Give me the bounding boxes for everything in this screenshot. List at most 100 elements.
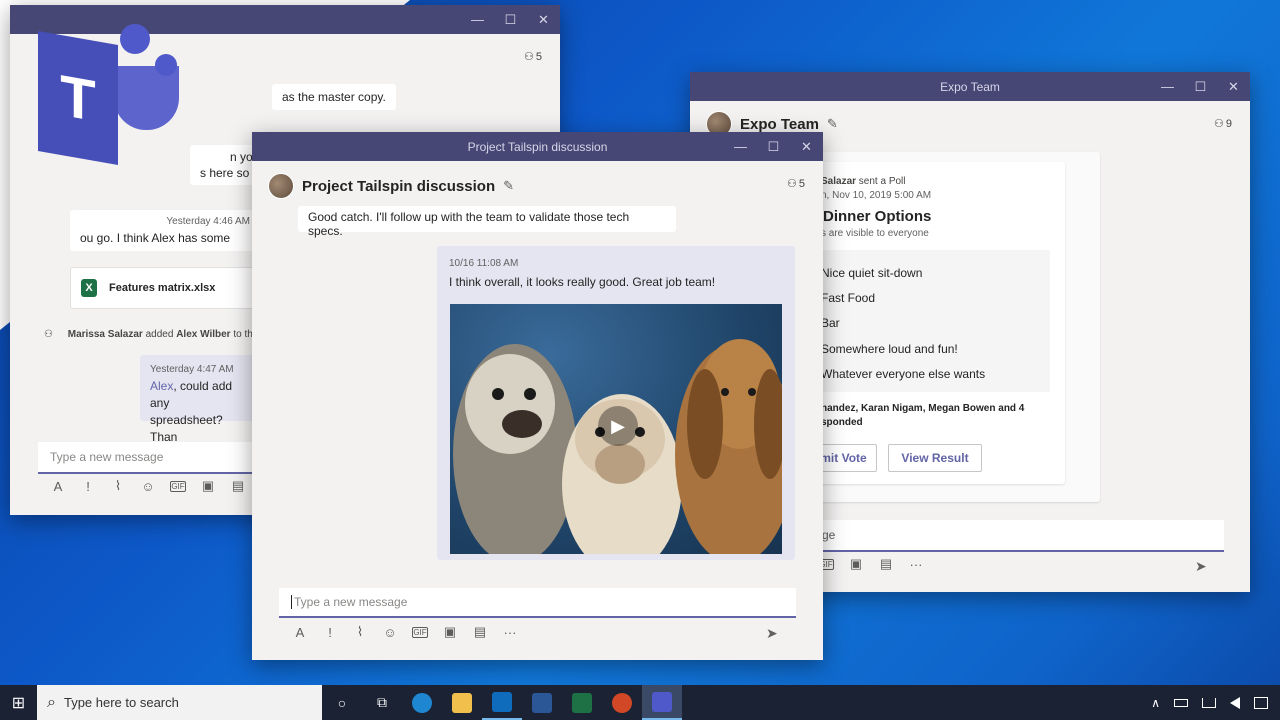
maximize-icon[interactable]: ☐ bbox=[1184, 72, 1217, 101]
send-icon[interactable]: ➤ bbox=[1195, 558, 1207, 575]
close-icon[interactable]: ✕ bbox=[527, 5, 560, 34]
emoji-icon[interactable]: ☺ bbox=[140, 479, 156, 494]
sticker-icon[interactable]: ▣ bbox=[200, 478, 216, 494]
volume-icon[interactable] bbox=[1230, 696, 1240, 709]
search-icon: ⌕ bbox=[47, 693, 56, 711]
edge-icon bbox=[412, 692, 432, 713]
important-icon[interactable]: ! bbox=[80, 479, 96, 494]
message-time: Yesterday 4:46 AM bbox=[166, 216, 250, 227]
cortana-icon[interactable]: ○ bbox=[322, 685, 362, 720]
play-icon[interactable]: ▶ bbox=[598, 406, 638, 446]
window-title: Expo Team bbox=[940, 79, 1000, 94]
minimize-icon[interactable]: — bbox=[724, 132, 757, 161]
participants-button[interactable]: ⚇ 5 bbox=[787, 177, 805, 191]
main-chat-header: Project Tailspin discussion ✎ ⚇ 5 bbox=[252, 161, 823, 211]
compose-placeholder: Type a new message bbox=[294, 595, 408, 609]
chat-title: Project Tailspin discussion bbox=[302, 177, 496, 195]
poll-option[interactable]: Fast Food bbox=[821, 291, 875, 305]
poll-option[interactable]: Somewhere loud and fun! bbox=[821, 342, 958, 356]
view-result-button[interactable]: View Result bbox=[888, 444, 982, 472]
chevron-up-icon[interactable]: ∧ bbox=[1151, 696, 1160, 710]
maximize-icon[interactable]: ☐ bbox=[757, 132, 790, 161]
logo-person bbox=[114, 66, 179, 130]
poll-sender-line: Salazar sent a Poll bbox=[821, 176, 906, 187]
sticker-icon[interactable]: ▣ bbox=[848, 556, 864, 572]
praise-icon[interactable]: ▤ bbox=[878, 556, 894, 572]
message-bubble: Yesterday 4:46 AM ou go. I think Alex ha… bbox=[70, 210, 260, 251]
gif-icon[interactable]: GIF bbox=[412, 626, 428, 638]
gif-icon[interactable]: GIF bbox=[170, 480, 186, 492]
poll-option[interactable]: Bar bbox=[821, 316, 840, 330]
attach-icon[interactable]: ⌇ bbox=[110, 478, 126, 494]
poll-option[interactable]: Nice quiet sit-down bbox=[821, 266, 922, 280]
minimize-icon[interactable]: — bbox=[1151, 72, 1184, 101]
compose-placeholder: Type a new message bbox=[50, 450, 164, 464]
participants-button[interactable]: ⚇ 5 bbox=[524, 50, 542, 64]
event-verb: added bbox=[142, 329, 177, 340]
logo-letter: T bbox=[38, 30, 118, 166]
taskbar-search[interactable]: ⌕ Type here to search bbox=[37, 685, 322, 720]
project-tailspin-window[interactable]: Project Tailspin discussion — ☐ ✕ Projec… bbox=[252, 132, 823, 660]
more-icon[interactable]: ··· bbox=[908, 557, 924, 572]
compose-toolbar: A ! ⌇ ☺ GIF ▣ ▤ ··· bbox=[292, 624, 518, 640]
compose-box[interactable]: Type a new message bbox=[279, 588, 796, 618]
file-attachment[interactable]: X Features matrix.xlsx bbox=[70, 267, 260, 309]
message-text: Good catch. I'll follow up with the team… bbox=[308, 210, 630, 238]
windows-start-icon[interactable]: ⊞ bbox=[0, 685, 37, 720]
battery-icon[interactable] bbox=[1174, 698, 1188, 707]
poll-visibility: s are visible to everyone bbox=[821, 228, 929, 239]
compose-placeholder: ge bbox=[822, 528, 836, 542]
logo-dot bbox=[120, 24, 150, 54]
maximize-icon[interactable]: ☐ bbox=[494, 5, 527, 34]
outlook-app[interactable] bbox=[482, 685, 522, 720]
people-icon: ⚇ bbox=[1214, 118, 1224, 130]
notification-icon[interactable] bbox=[1254, 696, 1268, 709]
participants-button[interactable]: ⚇ 9 bbox=[1214, 117, 1232, 131]
message-time: Yesterday 4:47 AM bbox=[150, 364, 234, 375]
excel-app[interactable] bbox=[562, 685, 602, 720]
attach-icon[interactable]: ⌇ bbox=[352, 624, 368, 640]
compose-box[interactable]: ge bbox=[810, 520, 1224, 552]
powerpoint-icon bbox=[612, 692, 632, 713]
taskview-icon[interactable]: ⧉ bbox=[362, 685, 402, 720]
pencil-icon[interactable]: ✎ bbox=[827, 116, 838, 132]
emoji-icon[interactable]: ☺ bbox=[382, 625, 398, 640]
word-app[interactable] bbox=[522, 685, 562, 720]
member-count: 5 bbox=[798, 177, 805, 190]
poll-date: n, Nov 10, 2019 5:00 AM bbox=[821, 190, 932, 201]
format-icon[interactable]: A bbox=[292, 625, 308, 640]
important-icon[interactable]: ! bbox=[322, 625, 338, 640]
gif-image[interactable]: ▶ bbox=[450, 304, 782, 554]
mention[interactable]: Alex bbox=[150, 379, 173, 393]
praise-icon[interactable]: ▤ bbox=[230, 478, 246, 494]
powerpoint-app[interactable] bbox=[602, 685, 642, 720]
teams-app[interactable] bbox=[642, 685, 682, 720]
system-event: ⚇ Marissa Salazar added Alex Wilber to t… bbox=[44, 329, 253, 340]
minimize-icon[interactable]: — bbox=[461, 5, 494, 34]
outlook-icon bbox=[492, 691, 512, 712]
pencil-icon[interactable]: ✎ bbox=[503, 178, 514, 194]
chat-title: Expo Team bbox=[740, 115, 819, 133]
close-icon[interactable]: ✕ bbox=[1217, 72, 1250, 101]
poll-option[interactable]: Whatever everyone else wants bbox=[821, 367, 985, 381]
search-placeholder: Type here to search bbox=[63, 695, 179, 710]
excel-file-icon: X bbox=[81, 279, 97, 297]
expo-window-titlebar: Expo Team — ☐ ✕ bbox=[690, 72, 1250, 101]
word-icon bbox=[532, 692, 552, 713]
format-icon[interactable]: A bbox=[50, 479, 66, 494]
more-icon[interactable]: ··· bbox=[502, 625, 518, 640]
send-icon[interactable]: ➤ bbox=[766, 625, 778, 642]
edge-app[interactable] bbox=[402, 685, 442, 720]
compose-toolbar: GIF ▣ ▤ ··· bbox=[818, 556, 924, 572]
teams-logo: T bbox=[38, 24, 188, 166]
close-icon[interactable]: ✕ bbox=[790, 132, 823, 161]
praise-icon[interactable]: ▤ bbox=[472, 624, 488, 640]
message-time: 10/16 11:08 AM bbox=[449, 258, 519, 269]
sticker-icon[interactable]: ▣ bbox=[442, 624, 458, 640]
my-message-bubble: 10/16 11:08 AM I think overall, it looks… bbox=[437, 246, 795, 560]
message-bubble: as the master copy. bbox=[272, 84, 396, 110]
network-icon[interactable] bbox=[1202, 697, 1216, 708]
explorer-app[interactable] bbox=[442, 685, 482, 720]
compose-box[interactable]: Type a new message bbox=[38, 442, 278, 474]
poll-sender-suffix: sent a Poll bbox=[856, 176, 906, 187]
